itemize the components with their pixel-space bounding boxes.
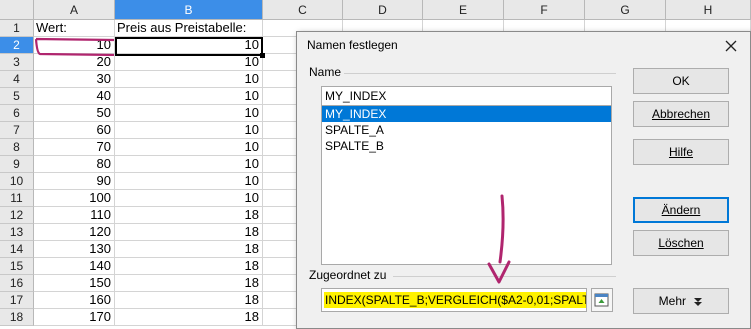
modify-button-label: Ändern [661,203,701,217]
row-header-14[interactable]: 14 [0,241,34,258]
row-header-7[interactable]: 7 [0,122,34,139]
cancel-button-label: Abbrechen [651,107,711,121]
column-header-c[interactable]: C [263,0,343,20]
shrink-dialog-button[interactable] [591,288,613,312]
cell-b15[interactable]: 18 [115,258,263,275]
name-input[interactable]: MY_INDEX [321,86,612,106]
column-header-a[interactable]: A [34,0,115,20]
row-header-11[interactable]: 11 [0,190,34,207]
column-header-f[interactable]: F [504,0,585,20]
cell-b6[interactable]: 10 [115,105,263,122]
row-header-17[interactable]: 17 [0,292,34,309]
modify-button[interactable]: Ändern [633,197,729,223]
cell-b3[interactable]: 10 [115,54,263,71]
cell-a2-annotation-box [34,36,116,57]
name-group-divider [344,73,616,74]
cell-a4[interactable]: 30 [34,71,115,88]
delete-button-label: Löschen [658,236,704,250]
cell-b8[interactable]: 10 [115,139,263,156]
select-all-corner[interactable] [0,0,34,20]
cell-a11[interactable]: 100 [34,190,115,207]
cell-b4[interactable]: 10 [115,71,263,88]
row-header-18[interactable]: 18 [0,309,34,326]
row-header-10[interactable]: 10 [0,173,34,190]
more-button[interactable]: Mehr [633,288,729,314]
cell-b16[interactable]: 18 [115,275,263,292]
cell-b12[interactable]: 18 [115,207,263,224]
row-header-12[interactable]: 12 [0,207,34,224]
column-header-e[interactable]: E [423,0,504,20]
cancel-button[interactable]: Abbrechen [633,101,729,127]
active-cell-cursor-b2[interactable] [115,37,265,58]
row-header-3[interactable]: 3 [0,54,34,71]
row-header-5[interactable]: 5 [0,88,34,105]
cell-b10[interactable]: 10 [115,173,263,190]
name-group-label: Name [309,65,342,79]
cell-a16[interactable]: 150 [34,275,115,292]
help-button-label: Hilfe [668,145,693,159]
row-header-2[interactable]: 2 [0,37,34,54]
dialog-title: Namen festlegen [307,38,398,52]
double-chevron-down-icon [694,297,703,306]
shrink-dialog-icon [594,293,609,307]
row-header-15[interactable]: 15 [0,258,34,275]
cell-a3[interactable]: 20 [34,54,115,71]
cell-a5[interactable]: 40 [34,88,115,105]
ok-button[interactable]: OK [633,68,729,94]
delete-button[interactable]: Löschen [633,230,729,256]
assign-group-divider [393,276,616,277]
define-names-dialog: Namen festlegen Name MY_INDEX MY_INDEX SP… [296,31,751,329]
cell-b9[interactable]: 10 [115,156,263,173]
cell-a18[interactable]: 170 [34,309,115,326]
assign-group-label: Zugeordnet zu [309,268,387,282]
column-header-d[interactable]: D [343,0,423,20]
close-icon[interactable] [720,35,742,57]
cell-b18[interactable]: 18 [115,309,263,326]
cell-a14[interactable]: 130 [34,241,115,258]
cell-a1[interactable]: Wert: [34,20,115,37]
cell-a15[interactable]: 140 [34,258,115,275]
cell-a7[interactable]: 60 [34,122,115,139]
cell-a17[interactable]: 160 [34,292,115,309]
cell-b7[interactable]: 10 [115,122,263,139]
column-header-b[interactable]: B [115,0,263,20]
cell-b17[interactable]: 18 [115,292,263,309]
names-list-item[interactable]: SPALTE_A [322,122,611,138]
cell-a13[interactable]: 120 [34,224,115,241]
row-header-16[interactable]: 16 [0,275,34,292]
cell-a10[interactable]: 90 [34,173,115,190]
more-button-label: Mehr [658,294,686,308]
cell-b1[interactable]: Preis aus Preistabelle: [115,20,263,37]
cell-a9[interactable]: 80 [34,156,115,173]
cell-b13[interactable]: 18 [115,224,263,241]
cell-a8[interactable]: 70 [34,139,115,156]
row-header-9[interactable]: 9 [0,156,34,173]
column-header-g[interactable]: G [585,0,666,20]
cell-b14[interactable]: 18 [115,241,263,258]
column-header-h[interactable]: H [666,0,751,20]
cell-a12[interactable]: 110 [34,207,115,224]
row-header-4[interactable]: 4 [0,71,34,88]
cell-b5[interactable]: 10 [115,88,263,105]
names-list-item[interactable]: MY_INDEX [322,106,611,122]
row-header-1[interactable]: 1 [0,20,34,37]
row-header-13[interactable]: 13 [0,224,34,241]
cell-b11[interactable]: 10 [115,190,263,207]
row-header-6[interactable]: 6 [0,105,34,122]
cell-a6[interactable]: 50 [34,105,115,122]
row-header-8[interactable]: 8 [0,139,34,156]
names-list-item[interactable]: SPALTE_B [322,138,611,154]
assigned-to-input[interactable]: INDEX(SPALTE_B;VERGLEICH($A2-0,01;SPALTE… [321,288,587,312]
names-list[interactable]: MY_INDEX SPALTE_A SPALTE_B [321,105,612,265]
help-button[interactable]: Hilfe [633,139,729,165]
assigned-to-formula: INDEX(SPALTE_B;VERGLEICH($A2-0,01;SPALTE… [324,292,586,308]
